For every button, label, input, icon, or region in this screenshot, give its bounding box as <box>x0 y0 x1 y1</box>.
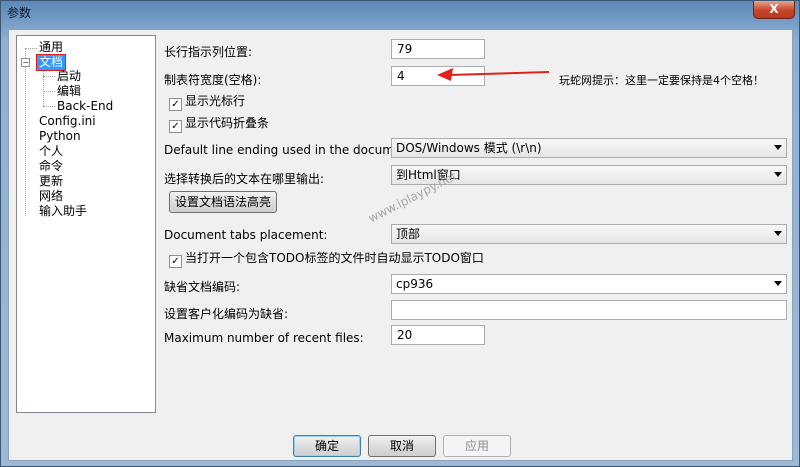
recent-files-input[interactable]: 20 <box>391 325 485 345</box>
tree-item-edit[interactable]: 编辑 <box>57 84 81 99</box>
show-caret-line-label: 显示光标行 <box>185 94 246 108</box>
todo-window-checkbox[interactable]: ✓ 当打开一个包含TODO标签的文件时自动显示TODO窗口 <box>169 249 484 268</box>
title-bar[interactable]: 参数 X <box>1 1 800 23</box>
tabs-placement-select[interactable]: 顶部 <box>391 224 787 244</box>
tabs-placement-value: 顶部 <box>396 227 421 241</box>
long-line-input[interactable]: 79 <box>391 39 485 59</box>
recent-files-label: Maximum number of recent files: <box>164 331 364 345</box>
show-caret-line-checkbox[interactable]: ✓ 显示光标行 <box>169 92 245 111</box>
tree-guide-line <box>25 48 26 216</box>
dialog-client-area: 通用 − 文档 启动 编辑 Back-End Config.ini Python… <box>8 29 793 461</box>
show-code-folding-label: 显示代码折叠条 <box>185 116 270 130</box>
annotation-note: 玩蛇网提示：这里一定要保持是4个空格！ <box>559 74 764 87</box>
chevron-down-icon <box>774 281 782 286</box>
line-ending-label: Default line ending used in the document… <box>164 143 418 157</box>
checkbox-checked-icon: ✓ <box>169 120 182 133</box>
default-encoding-label: 缺省文档编码: <box>164 280 241 294</box>
preferences-dialog: 参数 X 通用 − 文档 启动 编辑 Back-End Config.ini P… <box>0 0 800 467</box>
close-icon: X <box>769 2 779 16</box>
apply-button[interactable]: 应用 <box>443 435 511 457</box>
tree-guide-line <box>43 91 55 92</box>
tree-item-general[interactable]: 通用 <box>39 40 63 55</box>
close-button[interactable]: X <box>753 1 795 19</box>
tree-guide-line <box>43 76 55 77</box>
syntax-highlight-button[interactable]: 设置文档语法高亮 <box>169 191 277 213</box>
tree-item-startup[interactable]: 启动 <box>57 69 81 84</box>
tree-item-update[interactable]: 更新 <box>39 174 63 189</box>
chevron-down-icon <box>774 145 782 150</box>
annotation-arrow <box>437 68 550 81</box>
ok-button[interactable]: 确定 <box>293 435 361 457</box>
line-ending-select[interactable]: DOS/Windows 模式 (\r\n) <box>391 138 787 158</box>
default-encoding-value: cp936 <box>396 277 434 291</box>
tree-item-config-ini[interactable]: Config.ini <box>39 114 96 129</box>
tree-item-personal[interactable]: 个人 <box>39 144 63 159</box>
tree-item-network[interactable]: 网络 <box>39 189 63 204</box>
tab-width-label: 制表符宽度(空格): <box>164 73 262 87</box>
category-tree[interactable]: 通用 − 文档 启动 编辑 Back-End Config.ini Python… <box>16 35 156 413</box>
collapse-icon[interactable]: − <box>21 58 30 67</box>
output-target-label: 选择转换后的文本在哪里输出: <box>164 172 325 186</box>
tree-item-back-end[interactable]: Back-End <box>57 99 113 114</box>
cancel-button[interactable]: 取消 <box>368 435 436 457</box>
tree-item-commands[interactable]: 命令 <box>39 159 63 174</box>
tabs-placement-label: Document tabs placement: <box>164 228 328 242</box>
custom-encoding-label: 设置客户化编码为缺省: <box>164 307 289 321</box>
checkbox-checked-icon: ✓ <box>169 98 182 111</box>
window-title: 参数 <box>7 6 32 20</box>
tree-guide-line <box>43 66 44 106</box>
tree-guide-line <box>43 106 55 107</box>
todo-window-label: 当打开一个包含TODO标签的文件时自动显示TODO窗口 <box>185 251 484 265</box>
tree-item-python[interactable]: Python <box>39 129 81 144</box>
default-encoding-select[interactable]: cp936 <box>391 274 787 294</box>
line-ending-value: DOS/Windows 模式 (\r\n) <box>396 141 542 155</box>
custom-encoding-input[interactable] <box>391 300 787 320</box>
show-code-folding-checkbox[interactable]: ✓ 显示代码折叠条 <box>169 114 269 133</box>
tree-item-input-assistant[interactable]: 输入助手 <box>39 204 87 219</box>
tree-guide-line <box>25 48 37 49</box>
chevron-down-icon <box>774 231 782 236</box>
long-line-label: 长行指示列位置: <box>164 45 253 59</box>
checkbox-checked-icon: ✓ <box>169 255 182 268</box>
chevron-down-icon <box>774 172 782 177</box>
